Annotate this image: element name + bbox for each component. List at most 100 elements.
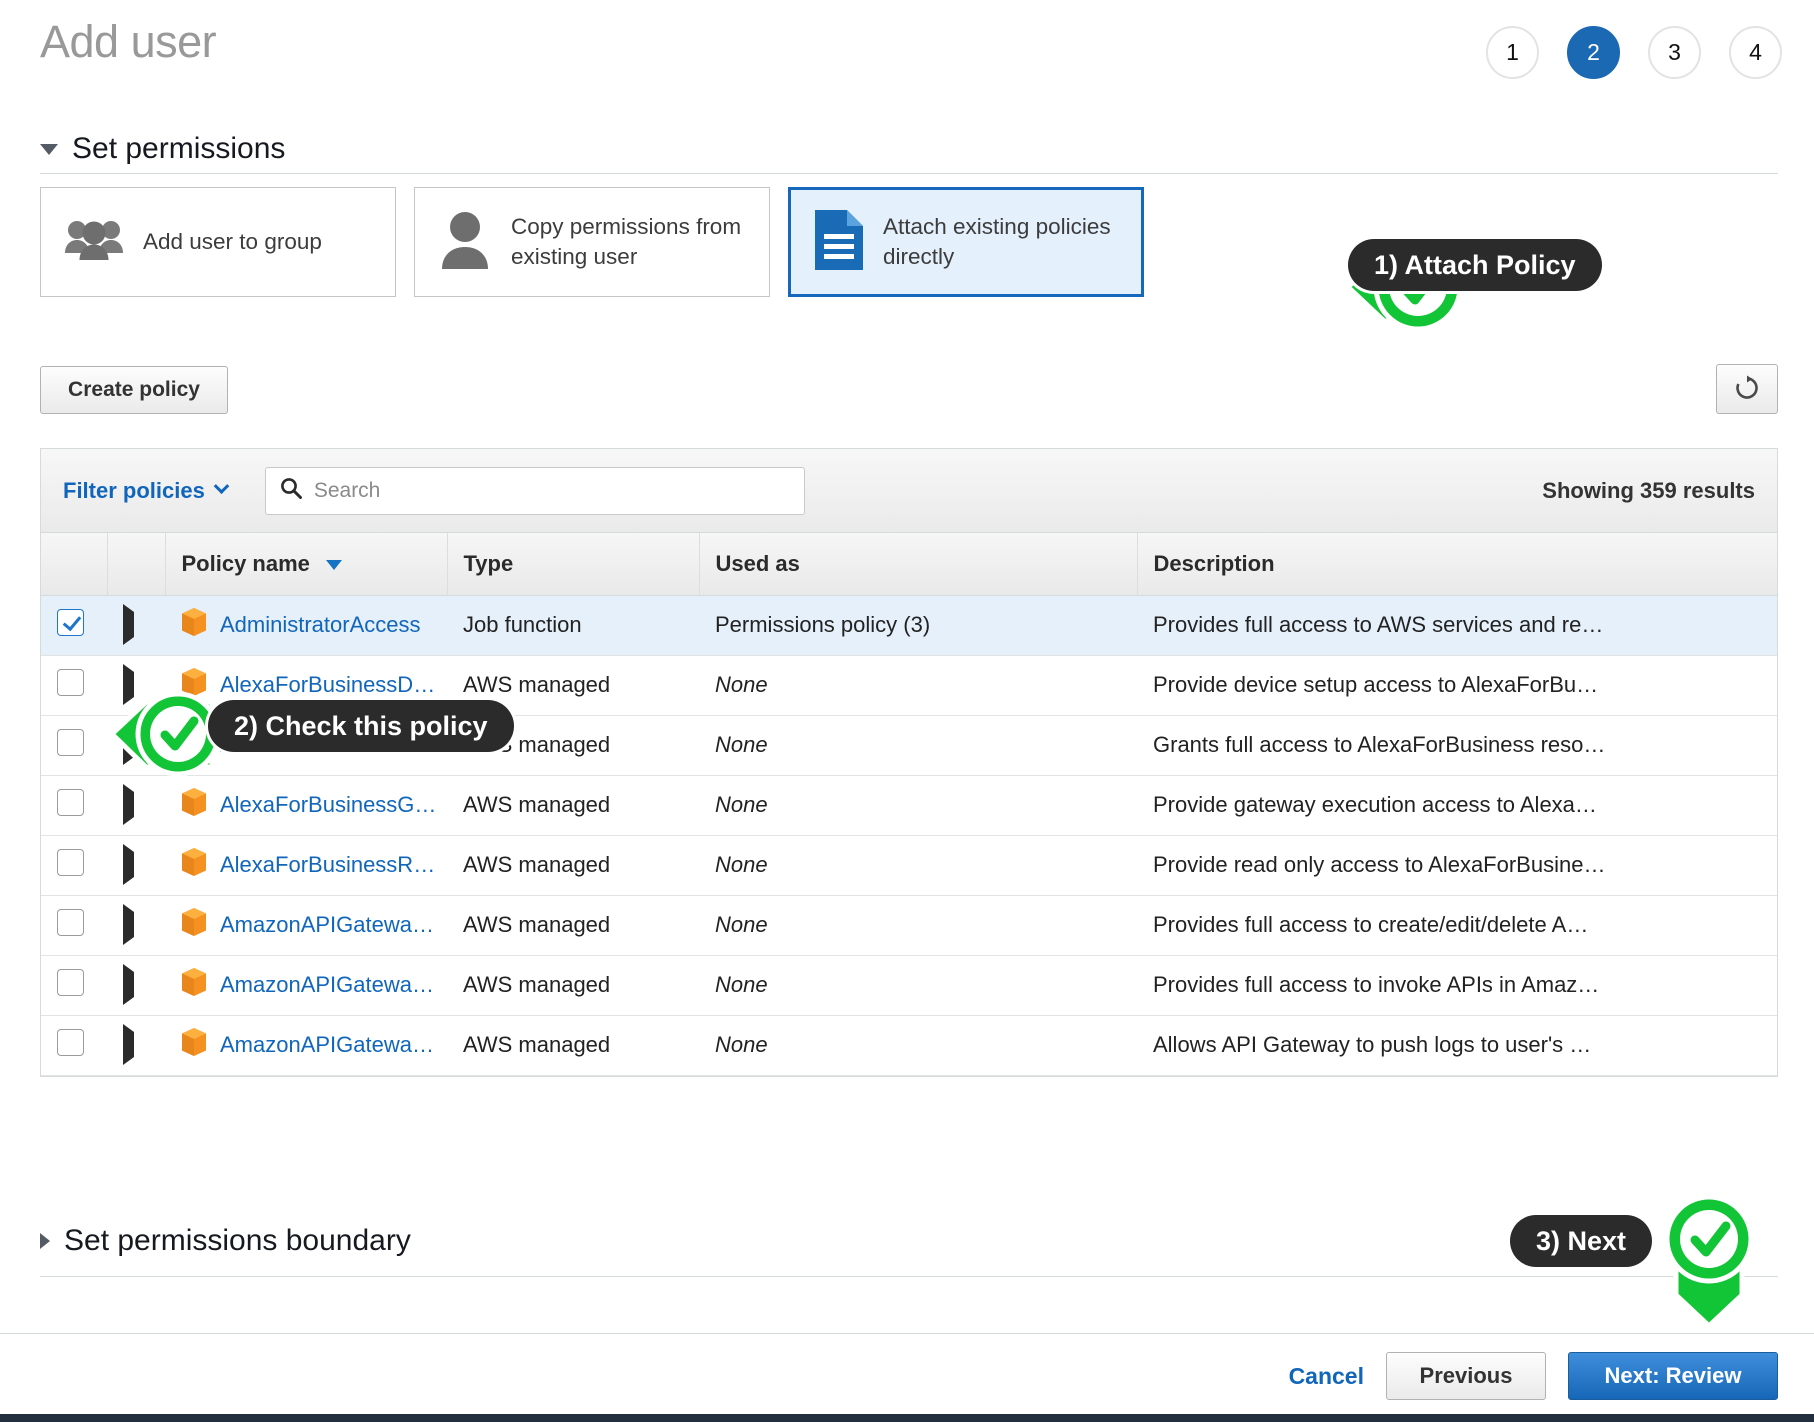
row-used-as-cell: Permissions policy (3) (699, 595, 1137, 655)
row-checkbox-cell[interactable] (41, 835, 107, 895)
row-type-cell: AWS managed (447, 775, 699, 835)
set-permissions-boundary-title: Set permissions boundary (64, 1224, 411, 1258)
row-policy-name-cell: AmazonAPIGatewa… (165, 955, 447, 1015)
policy-name-link[interactable]: AlexaForBusinessR… (220, 852, 435, 878)
row-checkbox-cell[interactable] (41, 1015, 107, 1075)
th-used-as[interactable]: Used as (699, 533, 1137, 595)
step-4[interactable]: 4 (1729, 26, 1782, 79)
row-checkbox-cell[interactable] (41, 775, 107, 835)
policy-name-link[interactable]: AmazonAPIGatewa… (220, 912, 434, 938)
option-add-user-to-group[interactable]: Add user to group (40, 187, 396, 297)
refresh-icon (1734, 375, 1760, 404)
option-attach-existing-policies[interactable]: Attach existing policies directly (788, 187, 1144, 297)
results-count: Showing 359 results (1542, 478, 1755, 504)
policy-cube-icon (181, 1027, 207, 1063)
bottom-bar (0, 1414, 1814, 1422)
divider-footer (0, 1333, 1814, 1334)
policy-name-link[interactable]: AlexaForBusinessD… (220, 672, 435, 698)
search-input[interactable] (312, 478, 790, 504)
table-row[interactable]: AlexaForBusinessR… AWS managed None Prov… (41, 835, 1777, 895)
policy-checkbox[interactable] (57, 609, 84, 636)
policy-checkbox[interactable] (57, 1029, 84, 1056)
row-used-as-cell: None (699, 895, 1137, 955)
policy-checkbox[interactable] (57, 909, 84, 936)
row-policy-name-cell: AlexaForBusinessR… (165, 835, 447, 895)
row-policy-name-cell: AmazonAPIGatewa… (165, 1015, 447, 1075)
policy-checkbox[interactable] (57, 669, 84, 696)
expand-arrow-icon[interactable] (123, 904, 134, 945)
row-checkbox-cell[interactable] (41, 595, 107, 655)
policy-name-link[interactable]: AmazonAPIGatewa… (220, 972, 434, 998)
policies-table: Policy name Type Used as Description (41, 533, 1777, 1076)
previous-button[interactable]: Previous (1386, 1352, 1546, 1400)
policy-name-link[interactable]: AdministratorAccess (220, 612, 421, 638)
row-checkbox-cell[interactable] (41, 715, 107, 775)
row-expand-cell[interactable] (107, 955, 165, 1015)
step-3[interactable]: 3 (1648, 26, 1701, 79)
policy-cube-icon (181, 607, 207, 643)
row-checkbox-cell[interactable] (41, 895, 107, 955)
th-type[interactable]: Type (447, 533, 699, 595)
next-review-button[interactable]: Next: Review (1568, 1352, 1778, 1400)
set-permissions-header[interactable]: Set permissions (40, 132, 285, 166)
row-expand-cell[interactable] (107, 595, 165, 655)
divider-permissions (40, 173, 1778, 174)
expand-arrow-icon[interactable] (123, 604, 134, 645)
row-checkbox-cell[interactable] (41, 655, 107, 715)
table-row[interactable]: AmazonAPIGatewa… AWS managed None Provid… (41, 955, 1777, 1015)
cancel-link[interactable]: Cancel (1289, 1363, 1364, 1390)
step-indicator: 1 2 3 4 (1486, 26, 1782, 79)
row-description-cell: Provides full access to invoke APIs in A… (1137, 955, 1777, 1015)
expand-arrow-icon[interactable] (123, 1024, 134, 1065)
policy-cube-icon (181, 907, 207, 943)
row-checkbox-cell[interactable] (41, 955, 107, 1015)
step-1[interactable]: 1 (1486, 26, 1539, 79)
table-row[interactable]: AmazonAPIGatewa… AWS managed None Provid… (41, 895, 1777, 955)
add-user-wizard-page: Add user 1 2 3 4 Set permissions (0, 0, 1814, 1422)
row-description-cell: Provide device setup access to AlexaForB… (1137, 655, 1777, 715)
row-expand-cell[interactable] (107, 835, 165, 895)
search-icon (280, 477, 302, 504)
footer-actions: Cancel Previous Next: Review (1289, 1352, 1778, 1400)
row-type-cell: AWS managed (447, 955, 699, 1015)
row-policy-name-cell: AmazonAPIGatewa… (165, 895, 447, 955)
th-policy-name[interactable]: Policy name (165, 533, 447, 595)
expand-arrow-icon[interactable] (123, 964, 134, 1005)
step-2[interactable]: 2 (1567, 26, 1620, 79)
expand-arrow-icon[interactable] (123, 844, 134, 885)
filter-policies-label: Filter policies (63, 478, 205, 504)
create-policy-button[interactable]: Create policy (40, 366, 228, 414)
th-description[interactable]: Description (1137, 533, 1777, 595)
table-row[interactable]: AlexaForBusinessG… AWS managed None Prov… (41, 775, 1777, 835)
divider-boundary (40, 1276, 1778, 1277)
single-user-icon (437, 209, 493, 276)
option-copy-permissions[interactable]: Copy permissions from existing user (414, 187, 770, 297)
policy-checkbox[interactable] (57, 789, 84, 816)
policy-checkbox[interactable] (57, 729, 84, 756)
th-select-all[interactable] (41, 533, 107, 595)
row-type-cell: AWS managed (447, 1015, 699, 1075)
row-expand-cell[interactable] (107, 895, 165, 955)
policy-name-link[interactable]: AmazonAPIGatewa… (220, 1032, 434, 1058)
filter-policies-dropdown[interactable]: Filter policies (63, 478, 227, 504)
policy-checkbox[interactable] (57, 849, 84, 876)
policy-checkbox[interactable] (57, 969, 84, 996)
policy-cube-icon (181, 787, 207, 823)
refresh-button[interactable] (1716, 364, 1778, 414)
option-label: Copy permissions from existing user (511, 212, 747, 271)
th-policy-name-label: Policy name (182, 551, 310, 576)
set-permissions-boundary-header[interactable]: Set permissions boundary (40, 1224, 411, 1258)
table-row[interactable]: AdministratorAccess Job function Permiss… (41, 595, 1777, 655)
policy-name-link[interactable]: AlexaForBusinessG… (220, 792, 436, 818)
search-input-container[interactable] (265, 467, 805, 515)
row-description-cell: Provides full access to AWS services and… (1137, 595, 1777, 655)
row-description-cell: Provide read only access to AlexaForBusi… (1137, 835, 1777, 895)
row-used-as-cell: None (699, 775, 1137, 835)
option-label: Add user to group (143, 227, 322, 257)
row-used-as-cell: None (699, 715, 1137, 775)
annotation-2-tooltip: 2) Check this policy (208, 700, 514, 752)
row-expand-cell[interactable] (107, 1015, 165, 1075)
table-row[interactable]: AmazonAPIGatewa… AWS managed None Allows… (41, 1015, 1777, 1075)
table-header-row: Policy name Type Used as Description (41, 533, 1777, 595)
chevron-down-icon (214, 478, 230, 494)
